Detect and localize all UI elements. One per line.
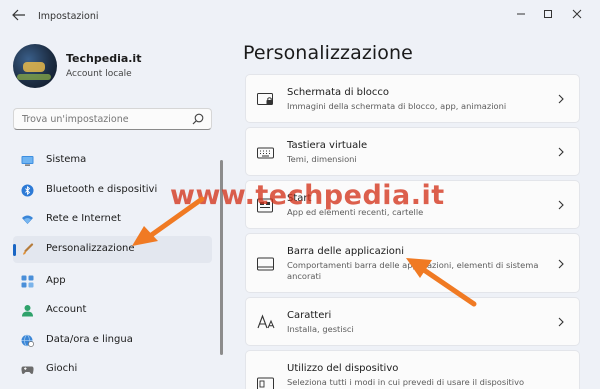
maximize-icon (544, 10, 552, 18)
maximize-button[interactable] (536, 6, 560, 24)
gamepad-icon (21, 366, 34, 375)
sidebar-item-data-ora[interactable]: Data/ora e lingua (13, 327, 212, 354)
sidebar-item-label: Sistema (46, 154, 87, 165)
sidebar-item-label: Rete e Internet (46, 213, 121, 224)
device-usage-icon (257, 377, 274, 389)
avatar-logo (23, 62, 45, 72)
card-title: Schermata di blocco (287, 87, 390, 98)
card-schermata-di-blocco[interactable]: Schermata di blocco Immagini della scher… (245, 74, 580, 123)
sidebar-item-label: Personalizzazione (46, 243, 135, 254)
card-subtitle: Seleziona tutti i modi in cui prevedi di… (287, 377, 525, 387)
sidebar-item-app[interactable]: App (13, 268, 212, 295)
back-arrow-icon (12, 9, 25, 21)
card-title: Tastiera virtuale (287, 140, 368, 151)
back-button[interactable] (10, 9, 28, 25)
lock-screen-icon (257, 93, 273, 105)
chevron-right-icon (558, 317, 564, 327)
sidebar-item-label: Data/ora e lingua (46, 334, 133, 345)
sidebar-item-label: Bluetooth e dispositivi (46, 184, 158, 195)
annotation-arrow-icon (406, 258, 477, 307)
chevron-right-icon (558, 200, 564, 210)
card-title: Barra delle applicazioni (287, 246, 404, 257)
minimize-button[interactable] (509, 6, 533, 24)
monitor-icon (21, 156, 34, 166)
selection-indicator (13, 244, 16, 256)
card-title: Caratteri (287, 310, 332, 321)
page-title: Personalizzazione (243, 42, 413, 64)
bluetooth-icon (21, 184, 34, 197)
card-subtitle: Immagini della schermata di blocco, app,… (287, 101, 507, 111)
avatar[interactable] (13, 44, 57, 88)
sidebar-item-label: Account (46, 304, 87, 315)
card-subtitle: Installa, gestisci (287, 324, 354, 334)
title-bar: Impostazioni (0, 0, 600, 34)
taskbar-icon (257, 257, 274, 271)
profile-account-type: Account locale (66, 69, 132, 79)
avatar-logo-base (17, 74, 51, 80)
card-title: Utilizzo del dispositivo (287, 363, 399, 374)
sidebar-item-giochi[interactable]: Giochi (13, 356, 212, 383)
fonts-icon (257, 314, 275, 329)
chevron-right-icon (558, 147, 564, 157)
brush-icon (23, 243, 34, 255)
search-icon[interactable] (191, 112, 205, 126)
sidebar-item-account[interactable]: Account (13, 297, 212, 324)
globe-clock-icon (21, 334, 34, 347)
close-button[interactable] (565, 6, 589, 24)
sidebar-item-sistema[interactable]: Sistema (13, 147, 212, 174)
window-title: Impostazioni (38, 11, 99, 22)
person-icon (22, 305, 33, 317)
chevron-right-icon (558, 94, 564, 104)
search-box[interactable] (13, 108, 212, 130)
sidebar-item-label: App (46, 275, 66, 286)
sidebar-item-label: Giochi (46, 363, 78, 374)
watermark: www.techpedia.it (170, 180, 445, 211)
chevron-right-icon (558, 259, 564, 269)
keyboard-icon (257, 147, 274, 159)
minimize-icon (517, 13, 525, 15)
wifi-icon (22, 215, 33, 224)
close-icon (572, 9, 582, 19)
profile-name: Techpedia.it (66, 52, 142, 65)
apps-icon (21, 275, 34, 288)
card-subtitle: Temi, dimensioni (287, 154, 357, 164)
annotation-arrow-icon (132, 196, 205, 246)
card-utilizzo-del-dispositivo[interactable]: Utilizzo del dispositivo Seleziona tutti… (245, 350, 580, 389)
card-tastiera-virtuale[interactable]: Tastiera virtuale Temi, dimensioni (245, 127, 580, 176)
search-input[interactable] (22, 112, 192, 126)
